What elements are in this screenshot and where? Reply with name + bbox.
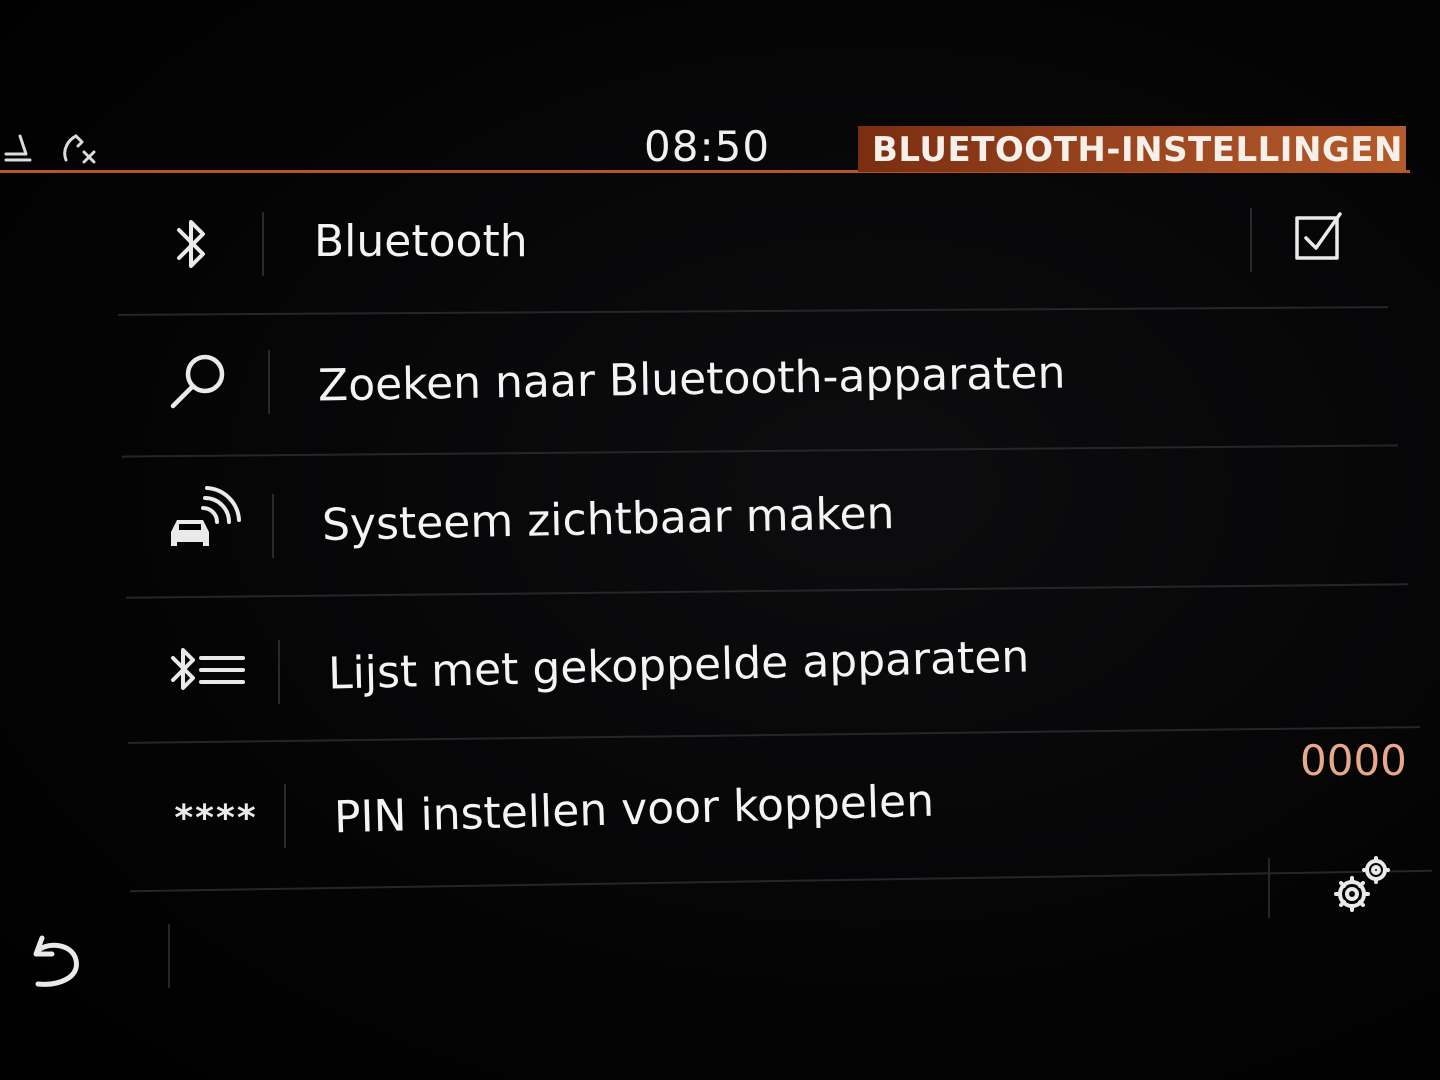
- settings-gears-icon: [1334, 856, 1390, 912]
- back-button[interactable]: [28, 928, 88, 994]
- menu-item-label: Systeem zichtbaar maken: [321, 488, 895, 551]
- infotainment-screen: 08:50 BLUETOOTH-INSTELLINGEN Bluetooth Z…: [0, 0, 1440, 1080]
- menu-item-label: Bluetooth: [314, 216, 528, 267]
- menu-item-label: Zoeken naar Bluetooth-apparaten: [317, 347, 1066, 412]
- search-icon: [156, 342, 242, 422]
- menu-item-search-devices[interactable]: Zoeken naar Bluetooth-apparaten: [122, 312, 1398, 458]
- bluetooth-checkbox[interactable]: [1294, 210, 1344, 260]
- menu-item-label: Lijst met gekoppelde apparaten: [327, 631, 1030, 700]
- pin-value: 0000: [1300, 736, 1407, 785]
- menu-item-label: PIN instellen voor koppelen: [333, 775, 935, 844]
- menu-item-paired-list[interactable]: Lijst met gekoppelde apparaten: [128, 596, 1420, 744]
- pin-icon: ****: [174, 797, 258, 839]
- menu-item-make-visible[interactable]: Systeem zichtbaar maken: [126, 452, 1408, 599]
- menu-item-set-pin[interactable]: **** PIN instellen voor koppelen 0000: [130, 736, 1432, 893]
- settings-button[interactable]: [1326, 850, 1396, 920]
- back-icon: [33, 935, 79, 987]
- car-broadcast-icon: [160, 486, 246, 566]
- bluetooth-icon: [148, 204, 234, 284]
- bluetooth-list-icon: [164, 630, 250, 710]
- bluetooth-settings-menu: Bluetooth Zoeken naar Bluetooth-apparate…: [0, 0, 1440, 1080]
- menu-item-bluetooth[interactable]: Bluetooth: [118, 172, 1388, 316]
